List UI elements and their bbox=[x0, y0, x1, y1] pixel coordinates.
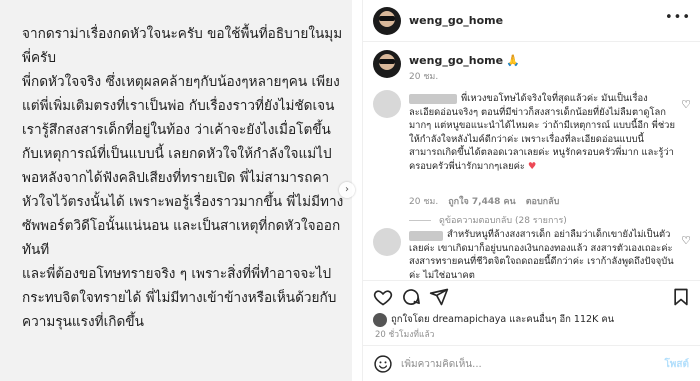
reply-button[interactable]: ตอบกลับ bbox=[526, 197, 560, 207]
bookmark-icon[interactable] bbox=[671, 287, 691, 307]
comment-text-body: พี่เหวงขอโทษได้จริงใจที่สุดแล้วค่ะ มันเป… bbox=[409, 93, 675, 172]
view-replies-button[interactable]: ดูข้อความตอบกลับ (28 รายการ) bbox=[409, 213, 567, 227]
caption-username[interactable]: weng_go_home 🙏 bbox=[409, 54, 520, 67]
comment-input[interactable] bbox=[401, 355, 641, 373]
add-comment-bar: โพสต์ bbox=[363, 345, 700, 381]
comment-text: สำหรับหนูที่ล้างสงสารเด็ก อย่าลืมว่าเด็ก… bbox=[409, 228, 677, 280]
comment-text-body: สำหรับหนูที่ล้างสงสารเด็ก อย่าลืมว่าเด็ก… bbox=[409, 229, 674, 280]
share-icon[interactable] bbox=[429, 287, 449, 307]
comment-avatar[interactable] bbox=[373, 90, 401, 118]
action-bar bbox=[363, 280, 700, 310]
post-caption: weng_go_home 🙏 20 ชม. bbox=[363, 44, 700, 84]
heart-emoji: ♥ bbox=[527, 160, 537, 172]
liker-avatar[interactable] bbox=[373, 312, 387, 327]
avatar[interactable] bbox=[373, 7, 401, 35]
post-paragraph-3: พอหลังจากได้ฟังคลิปเสียงที่ทรายเปิด พี่ไ… bbox=[22, 170, 344, 258]
posted-time: 20 ชั่วโมงที่แล้ว bbox=[375, 330, 435, 340]
post-comment-button[interactable]: โพสต์ bbox=[664, 357, 689, 372]
liked-by-summary[interactable]: ถูกใจโดย dreamapichaya และคนอื่นๆ อีก 11… bbox=[373, 312, 614, 327]
next-image-button[interactable]: › bbox=[339, 182, 355, 198]
caption-avatar[interactable] bbox=[373, 50, 401, 78]
comment-meta: 20 ชม. ถูกใจ 7,448 คน ตอบกลับ bbox=[409, 194, 559, 208]
header-username[interactable]: weng_go_home bbox=[409, 14, 503, 27]
view-replies-label[interactable]: ดูข้อความตอบกลับ (28 รายการ) bbox=[439, 216, 567, 226]
comment-text: พี่เหวงขอโทษได้จริงใจที่สุดแล้วค่ะ มันเป… bbox=[409, 92, 677, 173]
emoji-picker-icon[interactable] bbox=[373, 354, 393, 374]
post-paragraph-1: จากดราม่าเรื่องกดหัวใจนะครับ ขอใช้พื้นที… bbox=[22, 26, 343, 66]
post-paragraph-2: พี่กดหัวใจจริง ซึ่งเหตุผลคล้ายๆกับน้องๆห… bbox=[22, 74, 340, 162]
caption-time: 20 ชม. bbox=[409, 72, 439, 82]
post-image: จากดราม่าเรื่องกดหัวใจนะครับ ขอใช้พื้นที… bbox=[0, 0, 352, 381]
post-header: weng_go_home ••• bbox=[363, 0, 700, 42]
comment-time: 20 ชม. bbox=[409, 197, 439, 207]
comment-like-heart-icon[interactable]: ♡ bbox=[681, 234, 691, 247]
post-details-panel: weng_go_home ••• weng_go_home 🙏 20 ชม. พี… bbox=[362, 0, 700, 381]
comment-avatar[interactable] bbox=[373, 228, 401, 256]
replies-divider bbox=[409, 220, 431, 221]
like-heart-icon[interactable] bbox=[373, 287, 393, 307]
comment-like-heart-icon[interactable]: ♡ bbox=[681, 98, 691, 111]
more-options-icon[interactable]: ••• bbox=[665, 10, 691, 25]
post-image-text: จากดราม่าเรื่องกดหัวใจนะครับ ขอใช้พื้นที… bbox=[22, 22, 344, 334]
comment-bubble-icon[interactable] bbox=[401, 287, 421, 307]
caption-emoji: 🙏 bbox=[506, 54, 520, 67]
liked-by-text[interactable]: ถูกใจโดย dreamapichaya และคนอื่นๆ อีก 11… bbox=[391, 314, 614, 325]
caption-username-text[interactable]: weng_go_home bbox=[409, 54, 503, 67]
post-paragraph-4: และพี่ต้องขอโทษทรายจริง ๆ เพราะสิ่งที่พี… bbox=[22, 266, 337, 330]
comment-likes[interactable]: ถูกใจ 7,448 คน bbox=[448, 197, 515, 207]
